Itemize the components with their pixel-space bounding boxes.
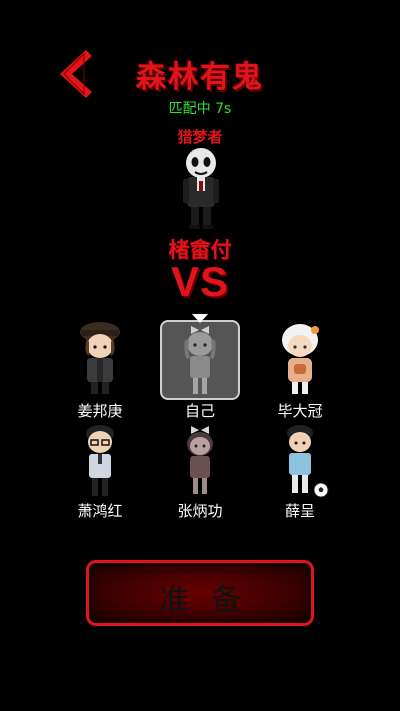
- player-slot-5[interactable]: 张炳功: [155, 420, 245, 520]
- masked-ghost-character-icon: [183, 148, 219, 229]
- player-name: 自己: [184, 402, 215, 420]
- glasses-boy-character-icon: [86, 425, 114, 496]
- matching-status: 匹配中 7s: [168, 101, 232, 117]
- detective-hat-character-icon: [80, 322, 120, 394]
- soccer-ball-icon: [313, 482, 329, 498]
- bow-girl-character-icon: [187, 426, 213, 494]
- match-screen: 森林有鬼 匹配中 7s 猎梦者 楮畲付 VS 姜邦庚 自己 毕大冠 萧鸿红 张炳…: [0, 0, 400, 711]
- ready-button-label: 准备: [159, 583, 263, 618]
- white-hair-girl-character-icon: [282, 324, 319, 394]
- player-name: 薛呈: [284, 502, 315, 520]
- player-name: 姜邦庚: [77, 402, 123, 420]
- player-name: 张炳功: [177, 502, 223, 520]
- versus-label: VS: [170, 258, 230, 305]
- player-slot-1[interactable]: 姜邦庚: [55, 320, 145, 420]
- player-slot-6[interactable]: 薛呈: [255, 420, 345, 520]
- player-slot-3[interactable]: 毕大冠: [255, 320, 345, 420]
- hunter-role-label: 猎梦者: [177, 128, 223, 146]
- player-name: 毕大冠: [277, 402, 323, 420]
- game-title: 森林有鬼: [136, 60, 264, 95]
- player-slot-4[interactable]: 萧鸿红: [55, 420, 145, 520]
- ready-button[interactable]: 准备: [86, 560, 314, 626]
- player-slot-2[interactable]: 自己: [155, 320, 245, 420]
- player-name: 萧鸿红: [77, 502, 123, 520]
- bow-girl-character-icon: [184, 326, 216, 394]
